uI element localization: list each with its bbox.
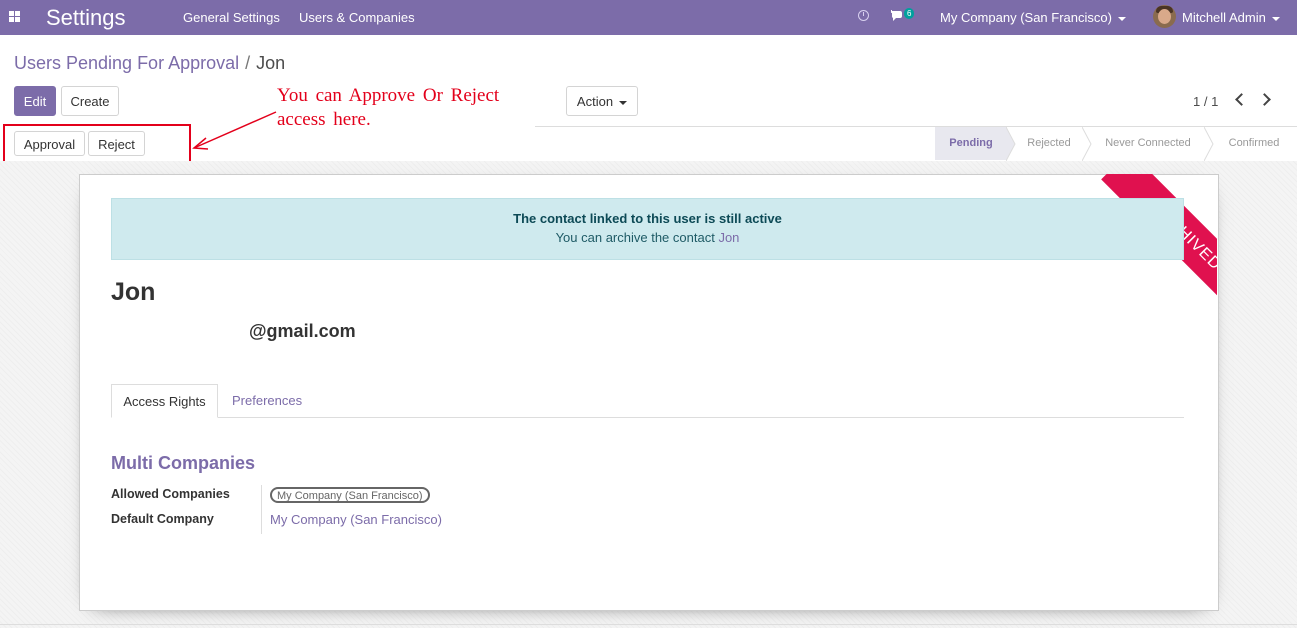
breadcrumb: Users Pending For Approval / Jon	[14, 53, 285, 74]
company-switcher[interactable]: My Company (San Francisco)	[940, 10, 1126, 25]
top-navbar: Settings General Settings Users & Compan…	[0, 0, 1297, 35]
annotation-text: You can Approve Or Reject access here.	[277, 85, 500, 130]
user-avatar[interactable]	[1153, 5, 1176, 28]
apps-menu-icon[interactable]	[9, 11, 20, 22]
alert-contact-link[interactable]: Jon	[718, 230, 739, 245]
user-name: Mitchell Admin	[1182, 10, 1266, 25]
caret-down-icon	[619, 100, 628, 105]
breadcrumb-parent[interactable]: Users Pending For Approval	[14, 53, 239, 73]
annotation-highlight-box	[3, 124, 191, 163]
status-arrow-icon	[1006, 127, 1016, 161]
chat-icon[interactable]	[891, 10, 904, 21]
app-title: Settings	[46, 5, 126, 30]
divider	[0, 624, 1297, 625]
create-button[interactable]: Create	[61, 86, 119, 116]
status-confirmed[interactable]: Confirmed	[1214, 127, 1294, 160]
action-dropdown[interactable]: Action	[566, 86, 638, 116]
pager-value[interactable]: 1 / 1	[1193, 94, 1218, 109]
action-label: Action	[576, 94, 614, 109]
pager-previous-icon[interactable]	[1235, 93, 1248, 106]
chat-count-badge: 6	[904, 8, 915, 19]
default-company-label: Default Company	[111, 512, 214, 526]
info-alert: The contact linked to this user is still…	[111, 198, 1184, 260]
field-divider	[261, 485, 262, 534]
breadcrumb-current: Jon	[256, 53, 286, 73]
alert-message: You can archive the contact Jon	[112, 230, 1183, 245]
tab-access-rights[interactable]: Access Rights	[111, 384, 218, 418]
menu-users-companies[interactable]: Users & Companies	[299, 10, 415, 25]
alert-text: You can archive the contact	[555, 230, 715, 245]
user-menu[interactable]: Mitchell Admin	[1182, 10, 1280, 25]
breadcrumb-separator: /	[245, 53, 251, 73]
caret-down-icon	[1117, 16, 1126, 21]
caret-down-icon	[1271, 16, 1280, 21]
record-email[interactable]: @gmail.com	[249, 321, 356, 342]
company-name: My Company (San Francisco)	[940, 10, 1112, 25]
record-name[interactable]: Jon	[111, 278, 155, 307]
edit-button[interactable]: Edit	[14, 86, 56, 116]
section-title: Multi Companies	[111, 453, 256, 473]
allowed-companies-label: Allowed Companies	[111, 487, 230, 501]
status-never-connected[interactable]: Never Connected	[1092, 127, 1204, 160]
pager-next-icon[interactable]	[1258, 93, 1271, 106]
alert-title: The contact linked to this user is still…	[513, 211, 782, 226]
annotation-arrow-icon	[192, 111, 277, 150]
menu-general-settings[interactable]: General Settings	[183, 10, 280, 25]
status-arrow-icon	[1204, 127, 1214, 161]
allowed-company-tag[interactable]: My Company (San Francisco)	[270, 487, 430, 503]
status-arrow-icon	[1082, 127, 1092, 161]
tab-preferences[interactable]: Preferences	[232, 384, 302, 418]
status-pending: Pending	[935, 127, 1007, 160]
status-rejected[interactable]: Rejected	[1016, 127, 1082, 160]
activity-clock-icon[interactable]	[858, 10, 869, 21]
default-company-link[interactable]: My Company (San Francisco)	[270, 512, 442, 527]
